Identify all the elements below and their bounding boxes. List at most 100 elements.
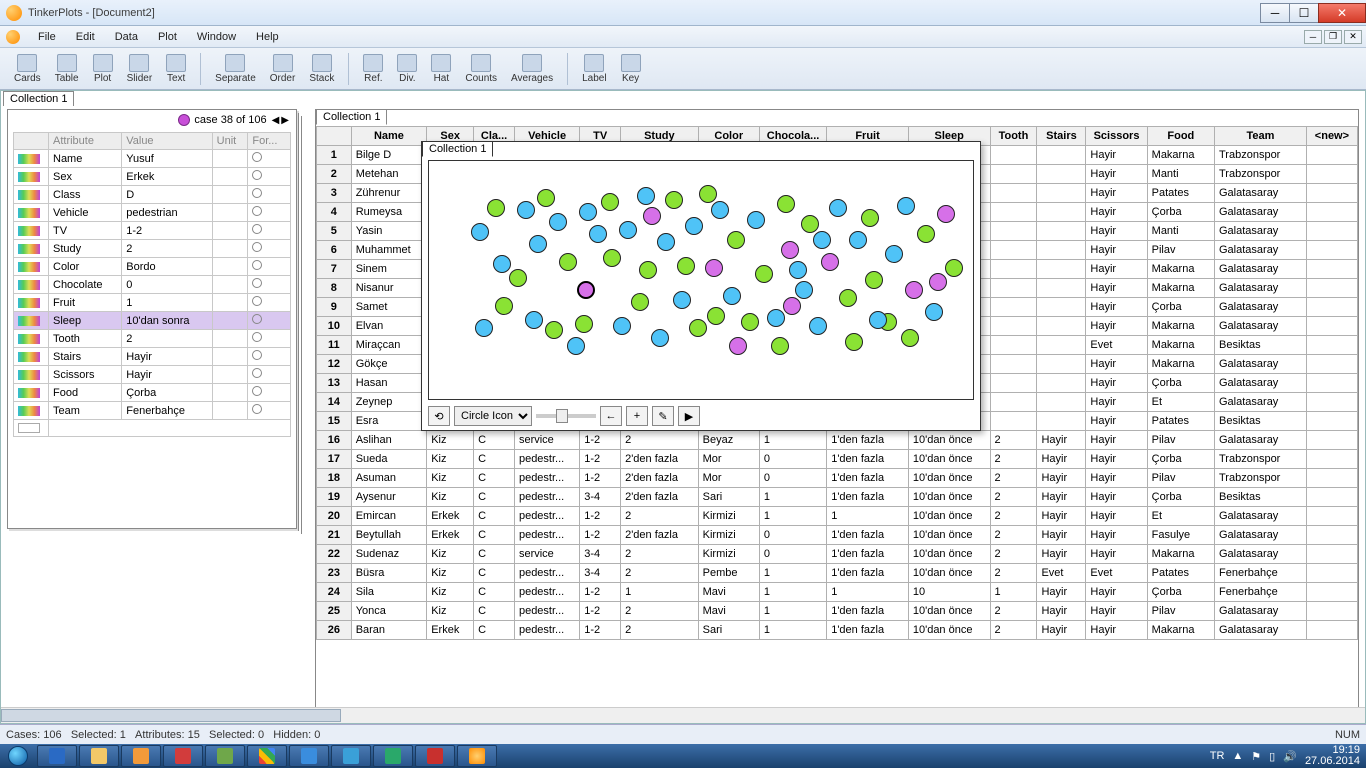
attribute-unit[interactable]	[212, 294, 248, 312]
plot-point[interactable]	[929, 273, 947, 291]
table-cell[interactable]: pedestr...	[514, 450, 579, 469]
table-cell[interactable]: 10'dan önce	[908, 564, 990, 583]
mdi-restore-button[interactable]: ❐	[1324, 30, 1342, 44]
table-cell[interactable]: Trabzonspor	[1215, 146, 1307, 165]
table-cell[interactable]: 1'den fazla	[827, 488, 909, 507]
table-cell[interactable]: 1'den fazla	[827, 564, 909, 583]
plot-point[interactable]	[865, 271, 883, 289]
table-cell[interactable]: Hayir	[1086, 393, 1147, 412]
table-cell[interactable]: C	[474, 564, 515, 583]
table-cell[interactable]	[990, 146, 1037, 165]
table-cell[interactable]: 0	[759, 526, 826, 545]
taskbar-item[interactable]	[121, 745, 161, 767]
table-cell[interactable]: C	[474, 583, 515, 602]
table-cell[interactable]: Mor	[698, 450, 759, 469]
plot-point[interactable]	[789, 261, 807, 279]
table-cell[interactable]	[1306, 621, 1357, 640]
table-cell[interactable]: Kiz	[427, 450, 474, 469]
table-cell[interactable]: Hayir	[1086, 165, 1147, 184]
table-cell[interactable]: Hayir	[1086, 412, 1147, 431]
table-cell[interactable]: 10'dan önce	[908, 526, 990, 545]
table-cell[interactable]	[1037, 222, 1086, 241]
table-cell[interactable]	[1306, 146, 1357, 165]
taskbar-item[interactable]	[247, 745, 287, 767]
table-cell[interactable]: Kirmizi	[698, 507, 759, 526]
plot-point[interactable]	[727, 231, 745, 249]
tray-network-icon[interactable]: ▯	[1269, 750, 1275, 763]
row-number[interactable]: 4	[317, 203, 352, 222]
table-row[interactable]: 19AysenurKizCpedestr...3-42'den fazlaSar…	[317, 488, 1358, 507]
table-cell[interactable]: Hayir	[1086, 431, 1147, 450]
plot-point[interactable]	[917, 225, 935, 243]
table-cell[interactable]: Trabzonspor	[1215, 469, 1307, 488]
table-cell[interactable]: Çorba	[1147, 583, 1214, 602]
attribute-name[interactable]: Tooth	[49, 330, 122, 348]
attr-header-unit[interactable]: Unit	[212, 133, 248, 150]
table-cell[interactable]: Metehan	[351, 165, 427, 184]
attribute-value[interactable]: Hayir	[122, 366, 212, 384]
table-cell[interactable]	[1306, 564, 1357, 583]
table-cell[interactable]: Emircan	[351, 507, 427, 526]
table-cell[interactable]: Fenerbahçe	[1215, 564, 1307, 583]
table-cell[interactable]: Galatasaray	[1215, 260, 1307, 279]
table-cell[interactable]: C	[474, 621, 515, 640]
attribute-unit[interactable]	[212, 222, 248, 240]
table-cell[interactable]: Fasulye	[1147, 526, 1214, 545]
table-cell[interactable]: Yonca	[351, 602, 427, 621]
attribute-name[interactable]: Scissors	[49, 366, 122, 384]
table-cell[interactable]: 1'den fazla	[827, 602, 909, 621]
attribute-value[interactable]: Fenerbahçe	[122, 402, 212, 420]
plot-point[interactable]	[559, 253, 577, 271]
tray-date[interactable]: 27.06.2014	[1305, 756, 1360, 767]
plot-point[interactable]	[613, 317, 631, 335]
plot-point[interactable]	[601, 193, 619, 211]
attribute-unit[interactable]	[212, 312, 248, 330]
row-number[interactable]: 21	[317, 526, 352, 545]
attribute-row[interactable]: Class D	[14, 186, 291, 204]
attribute-unit[interactable]	[212, 366, 248, 384]
system-tray[interactable]: TR ▲ ⚑ ▯ 🔊 19:19 27.06.2014	[1210, 745, 1366, 767]
attribute-row[interactable]: Name Yusuf	[14, 150, 291, 168]
table-cell[interactable]: 2'den fazla	[621, 469, 699, 488]
table-cell[interactable]: Et	[1147, 507, 1214, 526]
table-row[interactable]: 20EmircanErkekCpedestr...1-22Kirmizi1110…	[317, 507, 1358, 526]
attribute-formula[interactable]	[248, 258, 291, 276]
data-panel-tab[interactable]: Collection 1	[316, 109, 387, 125]
table-cell[interactable]	[990, 317, 1037, 336]
plot-mix-button[interactable]: ⟲	[428, 406, 450, 426]
table-cell[interactable]: Kirmizi	[698, 526, 759, 545]
tool-table[interactable]: Table	[49, 52, 85, 86]
attribute-formula[interactable]	[248, 276, 291, 294]
table-cell[interactable]: Hayir	[1037, 621, 1086, 640]
table-cell[interactable]	[1037, 260, 1086, 279]
table-cell[interactable]: 2	[990, 621, 1037, 640]
plot-point[interactable]	[603, 249, 621, 267]
table-cell[interactable]: pedestr...	[514, 621, 579, 640]
table-cell[interactable]	[1037, 241, 1086, 260]
table-cell[interactable]: Makarna	[1147, 545, 1214, 564]
column-header[interactable]: Name	[351, 127, 427, 146]
plot-point[interactable]	[549, 213, 567, 231]
table-cell[interactable]: 10'dan önce	[908, 431, 990, 450]
attribute-row[interactable]: Study 2	[14, 240, 291, 258]
tray-flag-icon[interactable]: ⚑	[1251, 750, 1261, 763]
table-cell[interactable]: Kiz	[427, 469, 474, 488]
table-cell[interactable]: Nisanur	[351, 279, 427, 298]
table-cell[interactable]: 10'dan önce	[908, 545, 990, 564]
table-cell[interactable]: Erkek	[427, 526, 474, 545]
table-cell[interactable]: Hayir	[1086, 374, 1147, 393]
attribute-value[interactable]: Bordo	[122, 258, 212, 276]
tool-cards[interactable]: Cards	[8, 52, 47, 86]
table-cell[interactable]: Çorba	[1147, 298, 1214, 317]
attribute-unit[interactable]	[212, 276, 248, 294]
table-cell[interactable]: 3-4	[580, 564, 621, 583]
attribute-name[interactable]: Chocolate	[49, 276, 122, 294]
table-cell[interactable]: 2	[990, 564, 1037, 583]
table-cell[interactable]: Hayir	[1037, 583, 1086, 602]
table-cell[interactable]: Trabzonspor	[1215, 450, 1307, 469]
table-cell[interactable]: C	[474, 469, 515, 488]
attr-header-value[interactable]: Value	[122, 133, 212, 150]
row-number[interactable]: 24	[317, 583, 352, 602]
column-header[interactable]: Food	[1147, 127, 1214, 146]
table-cell[interactable]	[1306, 222, 1357, 241]
